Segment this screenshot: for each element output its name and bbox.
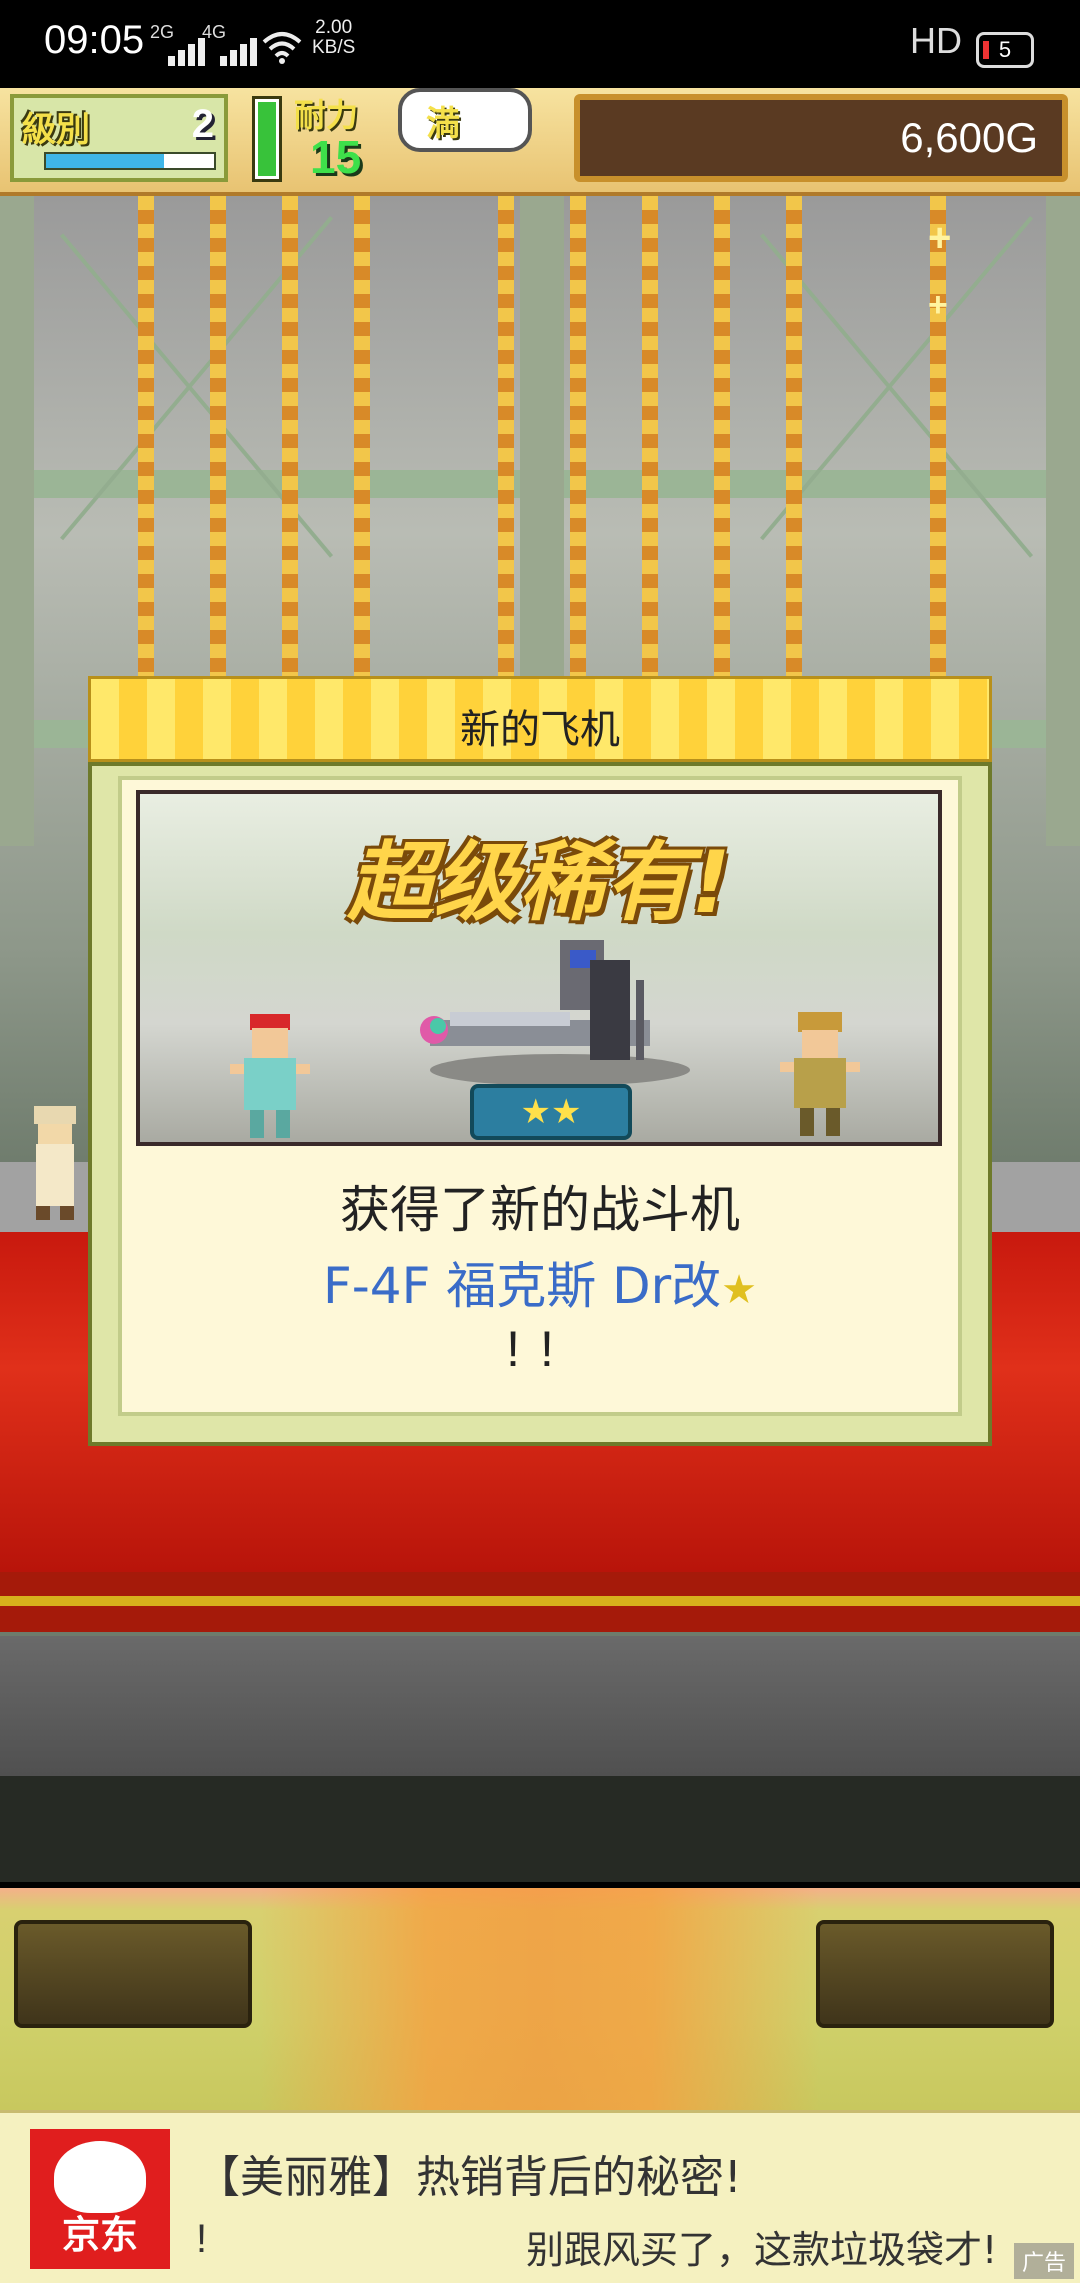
status-bar: 09:05 2G 4G 2.00 KB/S HD 5 (0, 0, 1080, 88)
level-progress-fill (46, 154, 164, 168)
new-plane-dialog[interactable]: 新的飞机 超级稀有! ★★ 获得了新的战斗机 F-4F 福克斯 Dr改★ !! (88, 676, 992, 1446)
hangar-floor (0, 1636, 1080, 1776)
net-speed-value: 2.00 (315, 17, 353, 38)
wifi-icon (262, 32, 302, 64)
bottom-control-bar (0, 1888, 1080, 2110)
gold-amount: 6,600G (900, 114, 1038, 161)
signal-icon (212, 34, 257, 66)
hd-indicator: HD (910, 20, 962, 61)
reward-banner: 超级稀有! ★★ (136, 790, 942, 1146)
jd-logo: 京东 (30, 2129, 170, 2269)
rarity-stars-badge: ★★ (470, 1084, 632, 1140)
level-panel[interactable]: 級別 2 (10, 94, 228, 182)
sparkle-icon: + (928, 216, 952, 260)
sparkle-icon: + (928, 286, 948, 324)
stamina-bar (252, 96, 282, 182)
message-exclaim: !! (506, 1321, 574, 1377)
stamina-fill (258, 102, 276, 176)
battery-icon: 5 (976, 32, 1034, 68)
plane-name: F-4F 福克斯 Dr改 (322, 1257, 722, 1315)
ad-subtitle: 别跟风买了，这款垃圾袋才! (526, 2228, 998, 2272)
plane-upgrade-badge: ★ (721, 1267, 758, 1313)
light-lane (786, 196, 802, 676)
ad-banner[interactable]: 京东 【美丽雅】热销背后的秘密! ! 别跟风买了，这款垃圾袋才! 广告 (0, 2110, 1080, 2283)
ad-exclaim: ! (196, 2217, 208, 2261)
light-lane (210, 196, 226, 676)
light-lane (138, 196, 154, 676)
npc-character[interactable] (26, 1106, 84, 1222)
light-lane (570, 196, 586, 676)
ad-label: 广告 (1013, 2243, 1074, 2279)
light-lane (282, 196, 298, 676)
ad-title: 【美丽雅】热销背后的秘密! (196, 2152, 742, 2203)
level-progress-bar (44, 152, 216, 170)
signal-icon (160, 34, 205, 66)
carpet-stripe (0, 1596, 1080, 1606)
bar-highlight (260, 1888, 820, 2110)
stamina-status-bubble: 満 (398, 88, 532, 152)
stamina-status: 満 (426, 105, 460, 143)
net-speed-unit: KB/S (312, 37, 356, 58)
jd-dog-icon (54, 2141, 146, 2213)
dialog-content: 超级稀有! ★★ 获得了新的战斗机 F-4F 福克斯 Dr改★ !! (118, 776, 962, 1416)
light-lane (642, 196, 658, 676)
dialog-body: 超级稀有! ★★ 获得了新的战斗机 F-4F 福克斯 Dr改★ !! (88, 762, 992, 1446)
stamina-value: 15 (310, 131, 362, 183)
fighter-plane-sprite (420, 940, 690, 1086)
clock: 09:05 (44, 18, 145, 62)
right-menu-slot[interactable] (816, 1920, 1054, 2028)
left-menu-slot[interactable] (14, 1920, 252, 2028)
battery-level: 5 (998, 37, 1012, 62)
light-lane (714, 196, 730, 676)
light-lane (498, 196, 514, 676)
pilot-character (230, 1014, 310, 1138)
gold-panel[interactable]: 6,600G (574, 94, 1068, 182)
dialog-header: 新的飞机 (88, 676, 992, 762)
wall-pillar (0, 196, 34, 846)
level-value: 2 (191, 102, 214, 146)
message-line: 获得了新的战斗机 (340, 1181, 740, 1239)
light-lane (930, 196, 946, 676)
dialog-title: 新的飞机 (460, 707, 620, 753)
rarity-stars: ★★ (520, 1093, 582, 1131)
wall-pillar (1046, 196, 1080, 846)
top-hud: 級別 2 耐力 15 満 6,600G (0, 88, 1080, 196)
ad-brand: 京东 (61, 2213, 138, 2257)
light-lane (354, 196, 370, 676)
net-speed: 2.00 KB/S (312, 18, 355, 58)
hangar-floor-dark (0, 1776, 1080, 1882)
pilot-character (780, 1012, 860, 1136)
rarity-banner-text: 超级稀有! (347, 833, 731, 933)
plane-name-line: F-4F 福克斯 Dr改★ (122, 1246, 958, 1318)
level-label: 級別 (22, 111, 90, 149)
